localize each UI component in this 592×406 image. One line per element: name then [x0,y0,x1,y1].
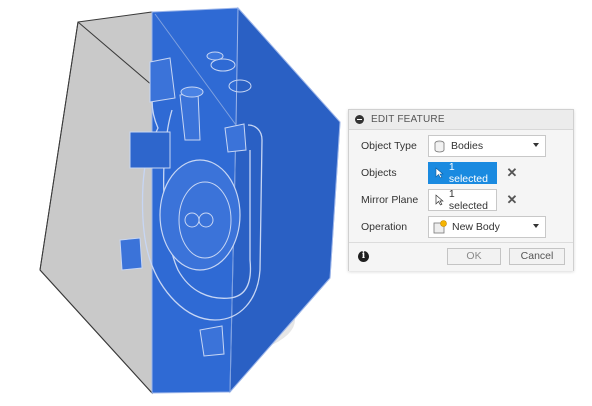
mirror-box-body[interactable] [39,11,153,395]
dialog-title: EDIT FEATURE [371,114,445,125]
objects-row: Objects 1 selected ✕ [349,161,575,185]
chevron-down-icon[interactable] [533,143,539,147]
mirror-plane-label: Mirror Plane [361,194,419,206]
objects-label: Objects [361,167,397,179]
cancel-button[interactable]: Cancel [509,248,565,265]
clear-mirror-plane-icon[interactable]: ✕ [506,193,518,206]
operation-row: Operation New Body [349,215,575,239]
new-body-icon [433,220,447,234]
cylinder-body-icon [434,140,445,152]
objects-selection[interactable]: 1 selected [428,161,497,185]
edit-feature-dialog: EDIT FEATURE Object Type Bodies Objects … [348,109,574,271]
cursor-select-icon [435,194,444,206]
objects-value: 1 selected [448,161,488,185]
mirror-plane-selection[interactable]: 1 selected [428,188,497,212]
cursor-select-icon [435,167,444,179]
chevron-down-icon[interactable] [533,224,539,228]
dialog-footer: i OK Cancel [349,242,573,271]
info-icon[interactable]: i [358,251,369,262]
operation-value: New Body [452,221,500,233]
object-type-value: Bodies [451,140,484,152]
dialog-header[interactable]: EDIT FEATURE [349,110,573,130]
clear-objects-icon[interactable]: ✕ [506,166,518,179]
object-type-select[interactable]: Bodies [428,135,546,157]
mirror-plane-row: Mirror Plane 1 selected ✕ [349,188,575,212]
collapse-icon[interactable] [355,115,364,124]
mirror-plane-value: 1 selected [448,188,488,212]
ok-button[interactable]: OK [447,248,501,265]
object-type-label: Object Type [361,140,417,152]
operation-label: Operation [361,221,408,233]
object-type-row: Object Type Bodies [349,134,575,158]
operation-select[interactable]: New Body [428,216,546,238]
